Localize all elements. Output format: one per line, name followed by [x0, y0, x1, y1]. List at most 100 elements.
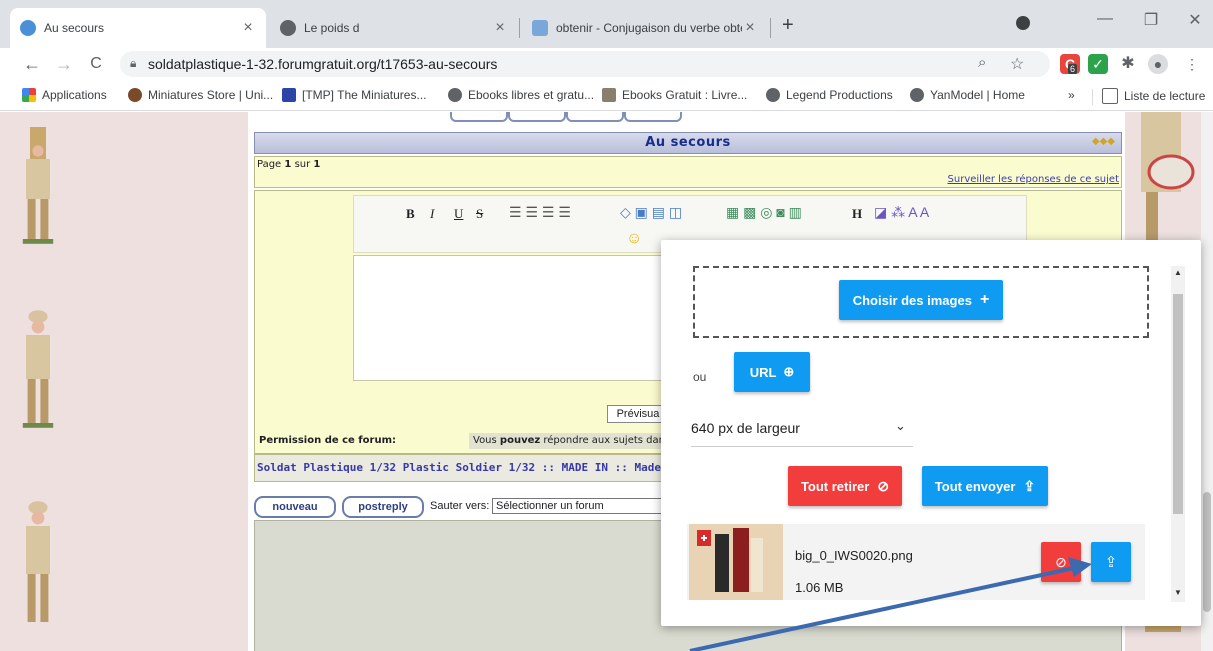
toy-soldier-image	[22, 127, 54, 244]
globe-icon	[448, 88, 462, 102]
remove-file-button[interactable]: ⊘	[1041, 542, 1081, 582]
close-tab-icon[interactable]: ×	[492, 19, 508, 37]
page-scrollbar[interactable]	[1201, 112, 1213, 651]
puzzle-extensions-icon[interactable]: ✱	[1118, 54, 1138, 74]
underline-button[interactable]: U	[454, 206, 463, 222]
send-all-button[interactable]: Tout envoyer ⇪	[922, 466, 1048, 506]
page-scrollbar-thumb[interactable]	[1203, 492, 1211, 612]
conjugaison-favicon-icon	[532, 20, 548, 36]
reload-button[interactable]: C	[84, 52, 108, 76]
forum-favicon-icon	[20, 20, 36, 36]
preview-button[interactable]: Prévisua	[607, 405, 669, 423]
bookmark-label: YanModel | Home	[930, 88, 1025, 102]
choose-images-button[interactable]: Choisir des images +	[839, 280, 1003, 320]
file-size: 1.06 MB	[795, 580, 844, 595]
bookmark-legend-productions[interactable]: Legend Productions	[766, 88, 893, 102]
plus-icon: +	[979, 291, 990, 308]
upload-file-button[interactable]: ⇪	[1091, 542, 1131, 582]
dialog-scrollbar-thumb[interactable]	[1173, 294, 1183, 514]
close-tab-icon[interactable]: ×	[240, 19, 256, 37]
remove-all-button[interactable]: Tout retirer ⊘	[788, 466, 902, 506]
upload-icon: ⇪	[1023, 477, 1036, 494]
miniatures-store-icon	[128, 88, 142, 102]
insert-icons[interactable]: ◇ ▣ ▤ ◫	[620, 204, 682, 221]
menu-kebab-icon[interactable]: ⋮	[1182, 54, 1202, 74]
toy-soldier-image	[22, 310, 54, 428]
toy-soldier-image	[26, 501, 50, 622]
media-icons[interactable]: ▦ ▩ ◎ ◙ ▥	[726, 204, 802, 221]
width-select[interactable]: 640 px de largeur ⌄	[691, 408, 913, 447]
tab-obtenir[interactable]: obtenir - Conjugaison du verbe obte ×	[522, 8, 768, 48]
url-text: soldatplastique-1-32.forumgratuit.org/t1…	[148, 56, 498, 72]
heading-button[interactable]: H	[852, 206, 862, 222]
page-indicator: Page 1 sur 1	[257, 159, 321, 170]
url-button[interactable]: URL ⊕	[734, 352, 810, 392]
bookmark-label: Miniatures Store | Uni...	[148, 88, 274, 102]
permission-text: Vous pouvez répondre aux sujets dans	[469, 433, 673, 449]
bookmark-applications[interactable]: Applications	[22, 88, 107, 102]
drop-zone[interactable]: Choisir des images +	[693, 266, 1149, 338]
address-bar[interactable]: 🔒︎ soldatplastique-1-32.forumgratuit.org…	[120, 51, 1050, 77]
tab-au-secours[interactable]: Au secours ×	[10, 8, 266, 48]
bookmark-label: Legend Productions	[786, 88, 893, 102]
close-window-button[interactable]: ✕	[1180, 10, 1210, 30]
jump-to-forum-select[interactable]: Sélectionner un forum	[492, 498, 667, 514]
reading-list-button[interactable]: Liste de lecture	[1102, 88, 1205, 104]
profile-avatar-icon[interactable]: ●	[1148, 54, 1168, 74]
smiley-icon[interactable]: ☺	[626, 230, 642, 248]
or-label: ou	[693, 370, 707, 384]
scroll-up-icon[interactable]: ▲	[1174, 268, 1182, 277]
minimize-button[interactable]: —	[1090, 10, 1120, 28]
strike-button[interactable]: S	[476, 206, 483, 222]
breadcrumb[interactable]: Soldat Plastique 1/32 Plastic Soldier 1/…	[257, 461, 714, 474]
profile-dot-icon[interactable]	[1016, 16, 1030, 30]
checkmark-extension-icon[interactable]: ✓	[1088, 54, 1108, 74]
tab-le-poids[interactable]: Le poids d ×	[270, 8, 518, 48]
topic-title: Au secours	[645, 135, 731, 150]
nav-arrows-icon[interactable]: ◆◆◆	[1092, 136, 1115, 147]
topic-title-bar: Au secours ◆◆◆	[254, 132, 1122, 154]
apps-grid-icon	[22, 88, 36, 102]
tmp-icon	[282, 88, 296, 102]
scroll-down-icon[interactable]: ▼	[1174, 588, 1182, 597]
tab-title: Le poids d	[304, 21, 360, 35]
file-thumbnail	[689, 524, 783, 600]
bookmarks-bar: Applications Miniatures Store | Uni... […	[0, 84, 1213, 111]
tab-title: Au secours	[44, 21, 105, 35]
post-reply-button[interactable]: postreply	[342, 496, 424, 518]
reading-list-icon	[1102, 88, 1118, 104]
bookmark-tmp[interactable]: [TMP] The Miniatures...	[282, 88, 426, 102]
align-icons[interactable]: ☰ ☰ ☰ ☰	[509, 204, 589, 222]
forward-button[interactable]: →	[52, 52, 76, 76]
page-info-row: Page 1 sur 1 Surveiller les réponses de …	[254, 156, 1122, 188]
bookmarks-overflow-button[interactable]: »	[1068, 88, 1075, 102]
new-topic-button[interactable]: nouveau	[254, 496, 336, 518]
bold-button[interactable]: B	[406, 206, 415, 222]
ebooks-gratuit-icon	[602, 88, 616, 102]
bookmark-ebooks-libres[interactable]: Ebooks libres et gratu...	[448, 88, 594, 102]
zoom-icon[interactable]: ⌕	[978, 54, 986, 71]
close-tab-icon[interactable]: ×	[742, 19, 758, 37]
bookmark-star-icon[interactable]: ☆	[1010, 54, 1024, 74]
extension-badge: 6	[1068, 64, 1078, 74]
back-button[interactable]: ←	[20, 52, 44, 76]
jump-label: Sauter vers:	[430, 500, 490, 512]
left-decor-column	[0, 112, 248, 651]
ban-icon: ⊘	[877, 477, 890, 494]
lock-icon: 🔒︎	[130, 56, 137, 70]
format-icons[interactable]: ◪ ⁂ A A	[874, 204, 929, 221]
bookmark-label: [TMP] The Miniatures...	[302, 88, 427, 102]
top-buttons-row	[450, 112, 690, 122]
restore-button[interactable]: ❐	[1136, 10, 1166, 30]
ban-icon: ⊘	[1055, 553, 1067, 570]
bookmark-yanmodel[interactable]: YanModel | Home	[910, 88, 1025, 102]
watch-topic-link[interactable]: Surveiller les réponses de ce sujet	[948, 174, 1119, 185]
dialog-scrollbar[interactable]: ▲ ▼	[1171, 266, 1185, 602]
bookmark-ebooks-gratuit[interactable]: Ebooks Gratuit : Livre...	[602, 88, 747, 102]
file-item: big_0_IWS0020.png 1.06 MB ⊘ ⇪	[687, 524, 1145, 600]
bookmark-miniatures-store[interactable]: Miniatures Store | Uni...	[128, 88, 273, 102]
italic-button[interactable]: I	[430, 206, 434, 222]
file-name: big_0_IWS0020.png	[795, 548, 913, 563]
new-tab-button[interactable]: +	[782, 14, 794, 37]
bookmark-label: Liste de lecture	[1124, 89, 1206, 103]
